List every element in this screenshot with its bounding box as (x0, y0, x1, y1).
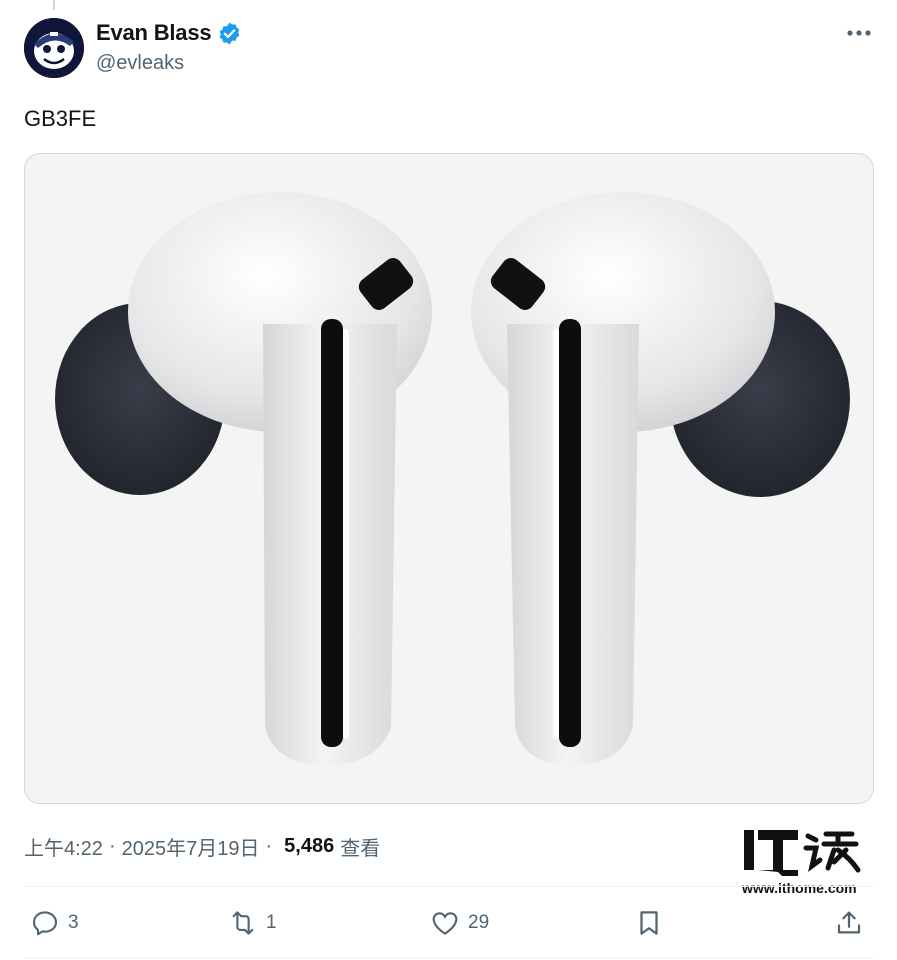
watermark-url: www.ithome.com (742, 880, 857, 896)
divider-bottom (24, 957, 874, 958)
retweet-button[interactable]: 1 (228, 900, 277, 946)
tweet-actions-bar: 3 1 29 (24, 900, 874, 946)
like-count: 29 (468, 912, 490, 933)
more-icon (847, 30, 871, 36)
verified-badge-icon (220, 22, 240, 44)
avatar[interactable] (24, 18, 84, 78)
bookmark-icon (640, 911, 658, 935)
meta-separator: · (265, 835, 273, 857)
author-name-row[interactable]: Evan Blass (96, 20, 242, 46)
author-handle[interactable]: @evleaks (96, 52, 184, 75)
tweet-metadata: 上午4:22 · 2025年7月19日 · 5,486 查看 (24, 832, 380, 861)
reply-count: 3 (68, 912, 79, 933)
tweet-text: GB3FE (24, 106, 97, 131)
divider-top (24, 886, 874, 887)
retweet-count: 1 (266, 912, 277, 933)
views-label: 查看 (340, 838, 381, 860)
reply-icon (32, 911, 58, 936)
right-earbud (471, 192, 850, 766)
share-button[interactable] (834, 900, 864, 946)
bookmark-button[interactable] (634, 900, 664, 946)
share-icon (837, 911, 861, 934)
earbuds-illustration (55, 192, 850, 766)
ithome-watermark: www.ithome.com (742, 828, 864, 900)
like-icon (432, 912, 458, 935)
more-options-button[interactable] (840, 20, 878, 46)
retweet-icon (232, 911, 254, 935)
tweet-time[interactable]: 上午4:22 (24, 832, 103, 861)
like-button[interactable]: 29 (430, 900, 489, 946)
tweet-media-image[interactable] (24, 153, 874, 804)
tweet-date[interactable]: 2025年7月19日 (122, 832, 260, 861)
reply-button[interactable]: 3 (30, 900, 79, 946)
thread-connector-line (53, 0, 55, 10)
author-display-name[interactable]: Evan Blass (96, 20, 212, 46)
views-count: 5,486 (284, 835, 335, 857)
meta-separator: · (108, 835, 116, 857)
ithome-logo (744, 830, 861, 876)
avatar-cartoon-icon (24, 18, 84, 78)
left-earbud (55, 192, 432, 766)
